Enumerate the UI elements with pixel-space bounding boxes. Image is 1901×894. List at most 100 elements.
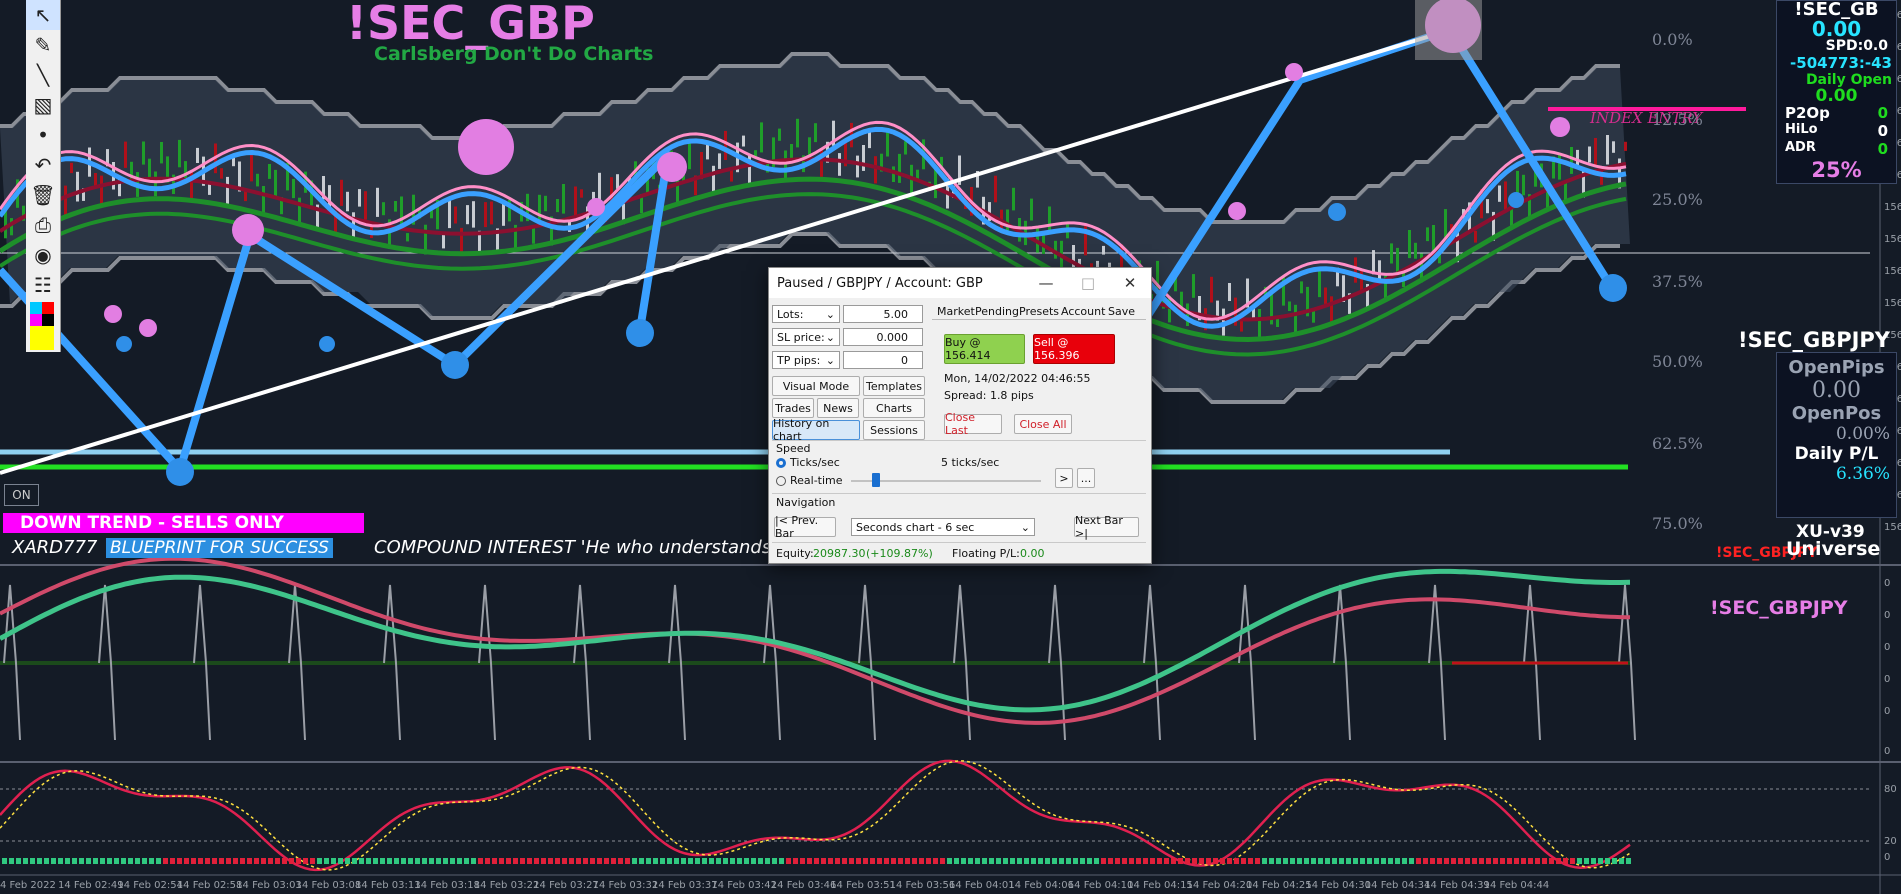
candle <box>154 171 157 197</box>
time-axis-label: 4 Feb 2022 <box>0 880 56 891</box>
lots-input[interactable]: 5.00 <box>843 305 923 323</box>
undo-icon[interactable]: ↶ <box>26 150 60 180</box>
visual-mode-button[interactable]: Visual Mode <box>772 376 860 396</box>
candle <box>70 162 73 174</box>
osc2-axis-label: 20 <box>1884 836 1897 847</box>
stoch-bar <box>513 858 518 864</box>
swatch-red[interactable] <box>42 302 54 314</box>
speed-more-button[interactable]: ... <box>1077 468 1095 488</box>
stoch-bar <box>933 858 938 864</box>
on-toggle-button[interactable]: ON <box>4 484 39 506</box>
stoch-bar <box>198 858 203 864</box>
candle <box>1360 269 1363 292</box>
stoch-bar <box>1108 858 1113 864</box>
real-time-radio[interactable]: Real-time <box>776 474 843 487</box>
eraser-icon[interactable]: ▧ <box>26 90 60 120</box>
chevron-down-icon: ⌄ <box>1020 520 1030 534</box>
osc2-axis-label: 0 <box>1884 852 1891 863</box>
play-button[interactable]: > <box>1055 468 1073 488</box>
stoch-bar <box>940 858 945 864</box>
ticks-sec-radio[interactable]: Ticks/sec <box>776 456 840 469</box>
color-palette[interactable] <box>26 300 60 352</box>
universe-label: Universe <box>1786 538 1881 560</box>
pivot-high-circle <box>657 152 687 182</box>
time-axis-label: 14 Feb 02:49 <box>58 880 124 891</box>
tp-type-select[interactable]: TP pips: ⌄ <box>772 351 840 369</box>
line-icon[interactable]: ╲ <box>26 60 60 90</box>
sell-button[interactable]: Sell @ 156.396 <box>1033 334 1115 364</box>
candle <box>298 197 301 224</box>
pivot-high-circle <box>104 305 122 323</box>
swatch-black[interactable] <box>42 314 54 326</box>
prev-bar-button[interactable]: |< Prev. Bar <box>774 514 836 540</box>
candle <box>598 172 601 203</box>
candle <box>196 147 199 163</box>
candle <box>1228 283 1231 301</box>
candle <box>490 201 493 225</box>
charts-button[interactable]: Charts <box>863 398 925 418</box>
maximize-icon[interactable]: □ <box>1067 274 1109 292</box>
stoch-bar <box>1157 858 1162 864</box>
stoch-bar <box>387 858 392 864</box>
chart-period-select[interactable]: Seconds chart - 6 sec ⌄ <box>851 518 1035 536</box>
news-button[interactable]: News <box>817 398 859 418</box>
stoch-bar <box>1353 858 1358 864</box>
templates-button[interactable]: Templates <box>863 376 925 396</box>
stoch-bar <box>618 858 623 864</box>
tp-input[interactable]: 0 <box>843 351 923 369</box>
minimize-icon[interactable]: — <box>1025 274 1067 292</box>
sl-input[interactable]: 0.000 <box>843 328 923 346</box>
buy-button[interactable]: Buy @ 156.414 <box>944 334 1025 364</box>
close-last-button[interactable]: Close Last <box>944 411 1002 437</box>
stoch-bar <box>702 858 707 864</box>
sl-type-select[interactable]: SL price: ⌄ <box>772 328 840 346</box>
stoch-bar <box>898 858 903 864</box>
stoch-bar <box>303 858 308 864</box>
trades-button[interactable]: Trades <box>772 398 814 418</box>
lots-type-select[interactable]: Lots: ⌄ <box>772 305 840 323</box>
swatch-yellow[interactable] <box>30 326 54 350</box>
dialog-titlebar[interactable]: Paused / GBPJPY / Account: GBP — □ ✕ <box>769 268 1151 298</box>
swatch-magenta[interactable] <box>30 314 42 326</box>
clipboard-icon[interactable]: ☷ <box>26 270 60 300</box>
fib-level-label: 25.0% <box>1652 190 1703 209</box>
trash-icon[interactable]: 🗑 <box>26 180 60 210</box>
stoch-bar <box>142 858 147 864</box>
stoch-bar <box>604 858 609 864</box>
dot-icon[interactable]: • <box>26 120 60 150</box>
pencil-icon[interactable]: ✎ <box>26 30 60 60</box>
stoch-bar <box>170 858 175 864</box>
tab-pending[interactable]: Pending <box>975 305 1019 318</box>
next-bar-button[interactable]: Next Bar >| <box>1074 514 1139 540</box>
time-axis-label: 14 Feb 03:51 <box>830 880 896 891</box>
stoch-bar <box>807 858 812 864</box>
swatch-cyan[interactable] <box>30 302 42 314</box>
time-axis-label: 14 Feb 03:42 <box>711 880 777 891</box>
close-icon[interactable]: ✕ <box>1109 274 1151 292</box>
candle <box>268 164 271 179</box>
tester-dialog[interactable]: Paused / GBPJPY / Account: GBP — □ ✕ Lot… <box>768 267 1152 564</box>
tab-market[interactable]: Market <box>937 305 975 318</box>
candle <box>1294 304 1297 335</box>
camera-icon[interactable]: ◉ <box>26 240 60 270</box>
printer-icon[interactable]: ⎙ <box>26 210 60 240</box>
daily-open-value: 0.00 <box>1815 86 1858 106</box>
candle <box>1498 185 1501 202</box>
pivot-low-circle <box>441 351 469 379</box>
close-all-button[interactable]: Close All <box>1014 414 1072 434</box>
stoch-bar <box>156 858 161 864</box>
tab-account[interactable]: Account <box>1061 305 1105 318</box>
stoch-bar <box>1192 858 1197 864</box>
cursor-icon[interactable]: ↖ <box>26 0 60 30</box>
osc1-axis-label: 0 <box>1884 674 1891 685</box>
open-pos-label: OpenPos <box>1791 403 1882 424</box>
sessions-button[interactable]: Sessions <box>863 420 925 440</box>
history-on-chart-button[interactable]: History on chart <box>772 417 860 443</box>
candle <box>1594 138 1597 167</box>
speed-slider-thumb[interactable] <box>872 473 880 487</box>
tab-presets[interactable]: Presets <box>1019 305 1059 318</box>
pivot-high-circle <box>458 119 514 175</box>
open-pos-value: 0.00% <box>1835 424 1890 444</box>
tab-save[interactable]: Save <box>1108 305 1135 318</box>
stoch-bar <box>436 858 441 864</box>
